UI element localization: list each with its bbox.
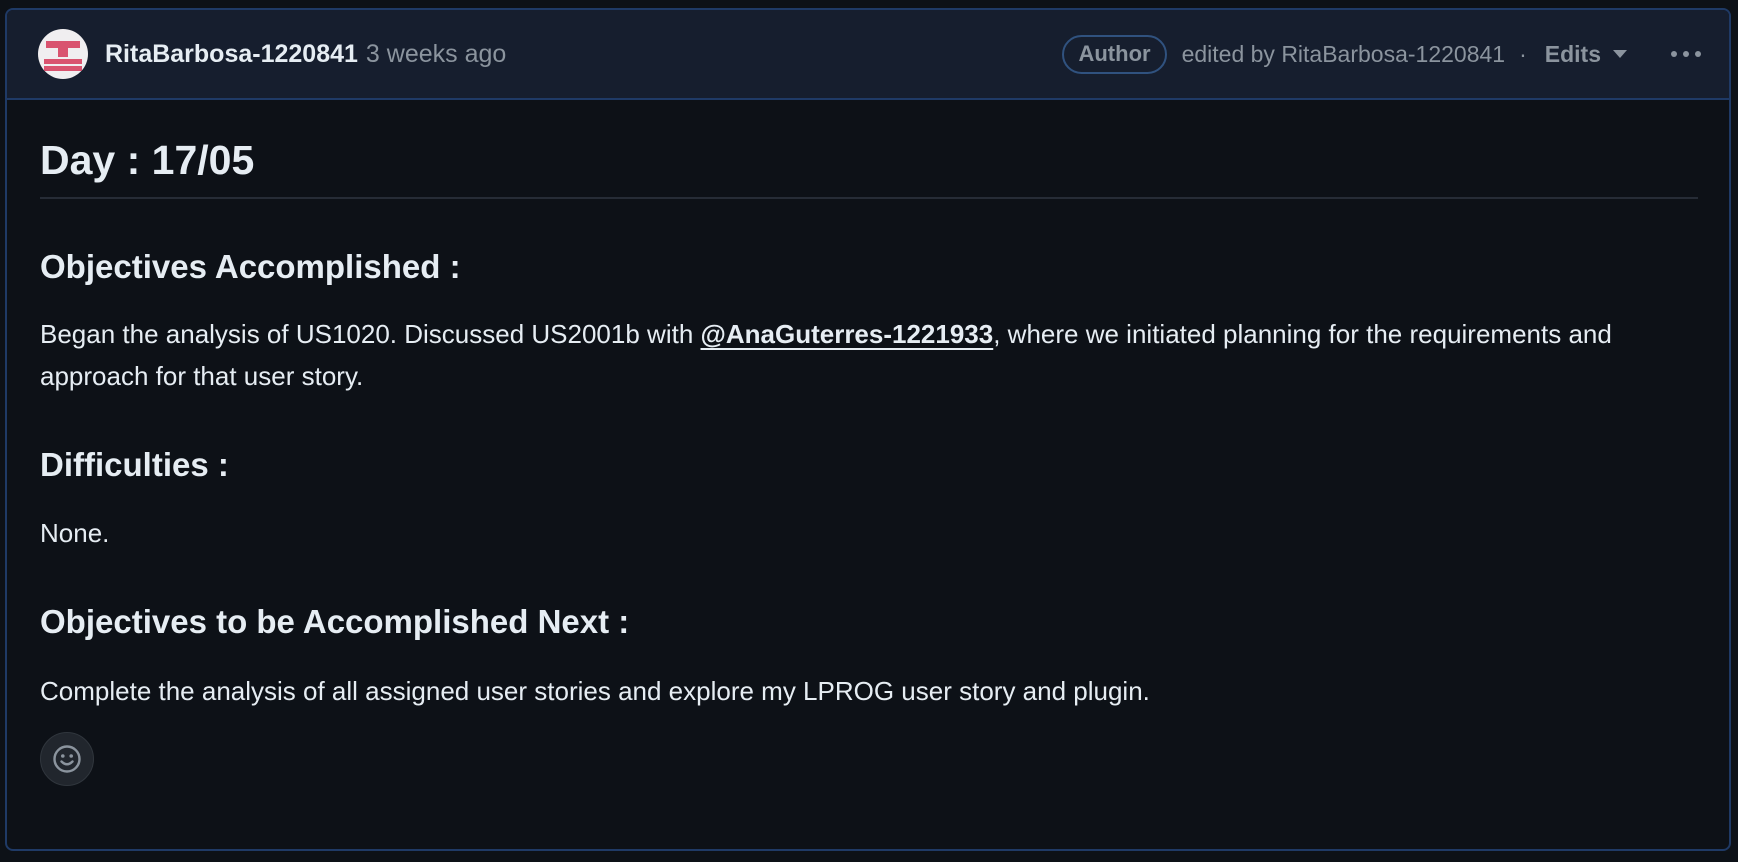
section-text-difficulties: None. — [40, 518, 110, 549]
section-text-objectives: Began the analysis of US1020. Discussed … — [40, 313, 1698, 397]
edits-label: Edits — [1544, 40, 1601, 67]
comment-header: RitaBarbosa-1220841 3 weeks ago Author e… — [7, 10, 1729, 100]
edited-by-text: edited by RitaBarbosa-1220841 — [1181, 40, 1506, 67]
section-heading-objectives: Objectives Accomplished : — [40, 248, 461, 286]
page-title: Day : 17/05 — [40, 137, 1698, 200]
author-badge: Author — [1062, 34, 1167, 74]
user-mention-link[interactable]: @AnaGuterres-1221933 — [701, 319, 994, 349]
section-text-next: Complete the analysis of all assigned us… — [40, 675, 1150, 706]
comment-timestamp[interactable]: 3 weeks ago — [366, 40, 506, 69]
add-reaction-button[interactable] — [40, 731, 94, 786]
separator-dot: · — [1519, 40, 1527, 67]
smiley-icon — [53, 745, 81, 773]
comment-author-link[interactable]: RitaBarbosa-1220841 — [105, 40, 358, 69]
avatar[interactable] — [38, 29, 88, 79]
objectives-text-before: Began the analysis of US1020. Discussed … — [40, 318, 701, 349]
section-heading-difficulties: Difficulties : — [40, 445, 229, 483]
triangle-down-icon — [1613, 50, 1627, 58]
section-heading-next: Objectives to be Accomplished Next : — [40, 603, 630, 641]
edits-dropdown[interactable]: Edits — [1545, 41, 1627, 68]
issue-comment: RitaBarbosa-1220841 3 weeks ago Author e… — [5, 8, 1731, 851]
kebab-horizontal-icon[interactable] — [1671, 51, 1701, 57]
comment-body: Day : 17/05 Objectives Accomplished : Be… — [7, 137, 1729, 786]
